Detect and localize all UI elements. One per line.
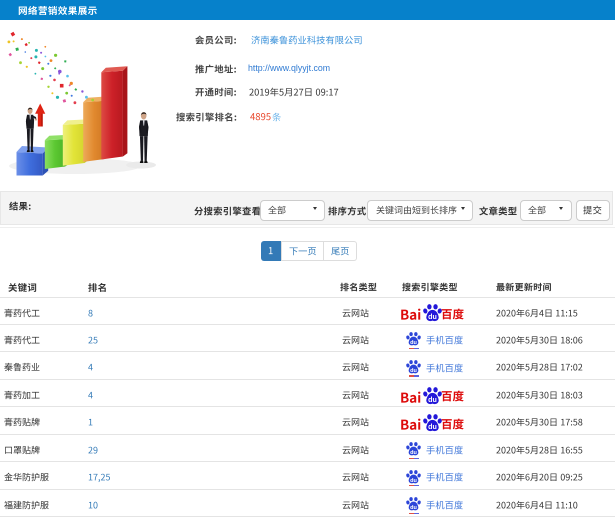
svg-text:du: du bbox=[410, 505, 417, 511]
svg-text:du: du bbox=[410, 340, 417, 346]
svg-text:du: du bbox=[410, 477, 417, 483]
svg-text:du: du bbox=[428, 313, 437, 321]
svg-text:du: du bbox=[410, 368, 417, 374]
svg-text:du: du bbox=[410, 450, 417, 456]
svg-text:du: du bbox=[428, 423, 437, 431]
svg-text:du: du bbox=[428, 396, 437, 404]
